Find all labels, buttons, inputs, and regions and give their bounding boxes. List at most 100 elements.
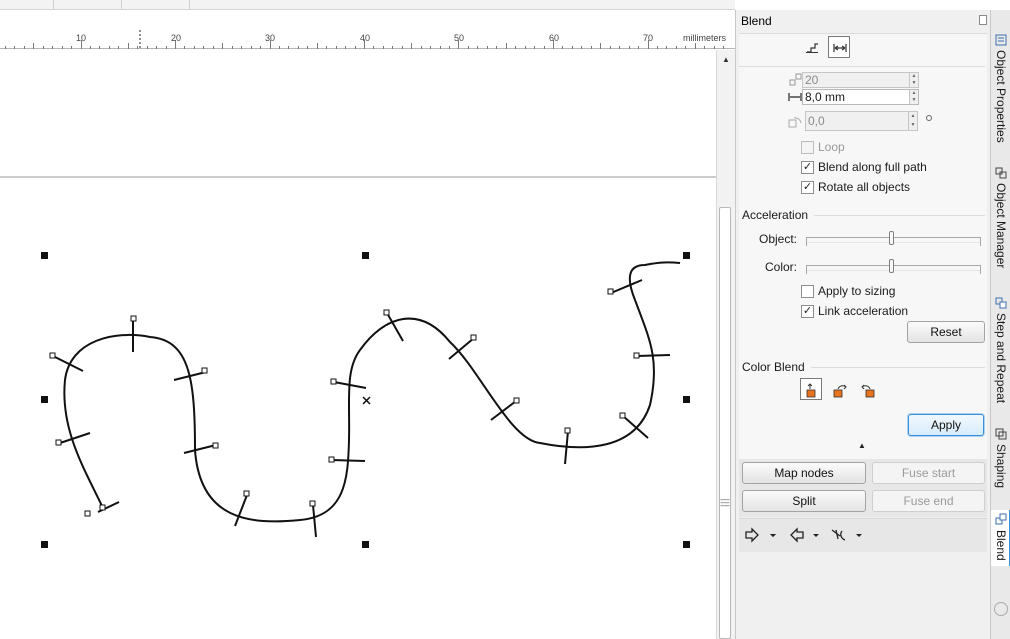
ruler-label: 50	[454, 33, 465, 43]
reset-button[interactable]: Reset	[907, 321, 985, 343]
selection-handle[interactable]	[683, 252, 690, 259]
node-handle[interactable]	[513, 397, 520, 404]
collapse-up-arrow-icon[interactable]: ▲	[858, 441, 866, 450]
tab-step-and-repeat[interactable]: Step and Repeat	[991, 295, 1010, 415]
node-handle[interactable]	[328, 456, 335, 463]
docker-pin-icon[interactable]	[979, 15, 987, 25]
spacing-spinner[interactable]: ▲ ▼	[909, 90, 918, 104]
split-button[interactable]: Split	[742, 490, 866, 512]
toolbar-button[interactable]	[62, 0, 122, 9]
selection-handle[interactable]	[683, 396, 690, 403]
rotation-spinner[interactable]: ▲ ▼	[908, 112, 917, 130]
add-docker-icon[interactable]	[994, 602, 1008, 616]
docker-title: Blend	[741, 14, 772, 28]
spacing-value: 8,0 mm	[805, 90, 846, 104]
node-handle[interactable]	[99, 504, 106, 511]
tab-blend[interactable]: Blend	[991, 510, 1010, 566]
blend-object-actions	[739, 518, 987, 552]
end-object-button[interactable]	[787, 527, 821, 546]
rotate-all-label: Rotate all objects	[818, 180, 911, 194]
blend-path[interactable]	[63, 261, 681, 523]
node-handle[interactable]	[619, 412, 626, 419]
direct-color-blend-button[interactable]	[800, 378, 822, 400]
clockwise-blend-icon	[833, 384, 847, 398]
loop-checkbox[interactable]	[801, 141, 814, 154]
fuse-start-button[interactable]: Fuse start	[872, 462, 985, 484]
blend-step[interactable]	[234, 494, 248, 527]
step-repeat-icon	[995, 297, 1007, 309]
tab-label: Step and Repeat	[994, 313, 1008, 404]
selection-handle[interactable]	[41, 252, 48, 259]
tab-object-properties[interactable]: Object Properties	[991, 32, 1010, 152]
map-nodes-button[interactable]: Map nodes	[742, 462, 866, 484]
drawing-canvas[interactable]	[0, 50, 716, 639]
rotate-all-checkbox[interactable]: ✓	[801, 181, 814, 194]
steps-field[interactable]: 20 ▲ ▼	[802, 72, 919, 88]
ruler-label: 30	[265, 33, 276, 43]
blend-step[interactable]	[54, 356, 84, 372]
counterclockwise-blend-icon	[861, 384, 875, 398]
node-handle[interactable]	[55, 439, 62, 446]
center-marker-icon	[362, 396, 371, 405]
apply-sizing-checkbox[interactable]	[801, 285, 814, 298]
start-object-icon	[745, 527, 776, 543]
blend-full-path-label: Blend along full path	[818, 160, 927, 174]
blend-step[interactable]	[610, 279, 643, 294]
selection-handle[interactable]	[683, 541, 690, 548]
start-object-button[interactable]	[744, 527, 778, 546]
node-handle[interactable]	[49, 352, 56, 359]
node-handle[interactable]	[330, 378, 337, 385]
path-properties-button[interactable]	[830, 527, 864, 546]
toolbar-button[interactable]	[30, 0, 54, 9]
node-handle[interactable]	[607, 288, 614, 295]
divider	[811, 367, 985, 368]
counterclockwise-color-blend-button[interactable]	[856, 378, 878, 400]
fuse-end-button[interactable]: Fuse end	[872, 490, 985, 512]
node-handle[interactable]	[470, 334, 477, 341]
scrollbar-thumb[interactable]: — — —	[719, 207, 731, 639]
blend-step[interactable]	[59, 432, 91, 444]
blend-settings-panel: 20 ▲ ▼ 8,0 mm ▲ ▼ 0,0 ▲ ▼ Loop ✓ Blend alon…	[739, 33, 987, 499]
vertical-scrollbar[interactable]: ▲ — — —	[716, 50, 735, 639]
blend-step[interactable]	[490, 400, 517, 421]
node-handle[interactable]	[564, 427, 571, 434]
node-handle[interactable]	[309, 500, 316, 507]
tab-shaping[interactable]: Shaping	[991, 426, 1010, 511]
blend-step-objects[interactable]	[54, 279, 671, 538]
horizontal-ruler: 10 20 30 40 50 60 70 millimeters	[0, 30, 735, 49]
object-accel-slider-thumb[interactable]	[888, 231, 894, 245]
selection-handle[interactable]	[362, 252, 369, 259]
node-handle[interactable]	[212, 442, 219, 449]
clockwise-color-blend-button[interactable]	[828, 378, 850, 400]
blend-step[interactable]	[331, 459, 366, 462]
node-handle[interactable]	[633, 352, 640, 359]
blend-spacing-mode-button[interactable]	[828, 36, 850, 58]
node-handle[interactable]	[84, 510, 91, 517]
scroll-up-arrow-icon[interactable]: ▲	[720, 54, 732, 66]
toolbar-button[interactable]	[124, 0, 190, 9]
blend-steps-mode-button[interactable]	[800, 36, 822, 58]
apply-button[interactable]: Apply	[908, 414, 984, 436]
blend-step[interactable]	[386, 312, 404, 342]
selection-handle[interactable]	[362, 541, 369, 548]
selection-handle[interactable]	[41, 396, 48, 403]
blend-step[interactable]	[636, 354, 671, 357]
blend-artwork[interactable]	[0, 50, 716, 639]
node-handle[interactable]	[130, 315, 137, 322]
node-handle[interactable]	[243, 490, 250, 497]
node-handle[interactable]	[383, 309, 390, 316]
tab-object-manager[interactable]: Object Manager	[991, 165, 1010, 285]
object-accel-label: Object:	[759, 232, 798, 246]
blend-step[interactable]	[183, 444, 217, 454]
selection-handle[interactable]	[41, 541, 48, 548]
steps-spinner[interactable]: ▲ ▼	[909, 73, 918, 87]
color-accel-slider-thumb[interactable]	[888, 259, 894, 273]
blend-full-path-checkbox[interactable]: ✓	[801, 161, 814, 174]
link-accel-checkbox[interactable]: ✓	[801, 305, 814, 318]
node-handle[interactable]	[201, 367, 208, 374]
rotation-icon	[788, 117, 802, 128]
spacing-field[interactable]: 8,0 mm ▲ ▼	[802, 89, 919, 105]
blend-step[interactable]	[312, 504, 317, 538]
degree-symbol-icon	[926, 115, 932, 121]
rotation-field[interactable]: 0,0 ▲ ▼	[805, 111, 918, 131]
